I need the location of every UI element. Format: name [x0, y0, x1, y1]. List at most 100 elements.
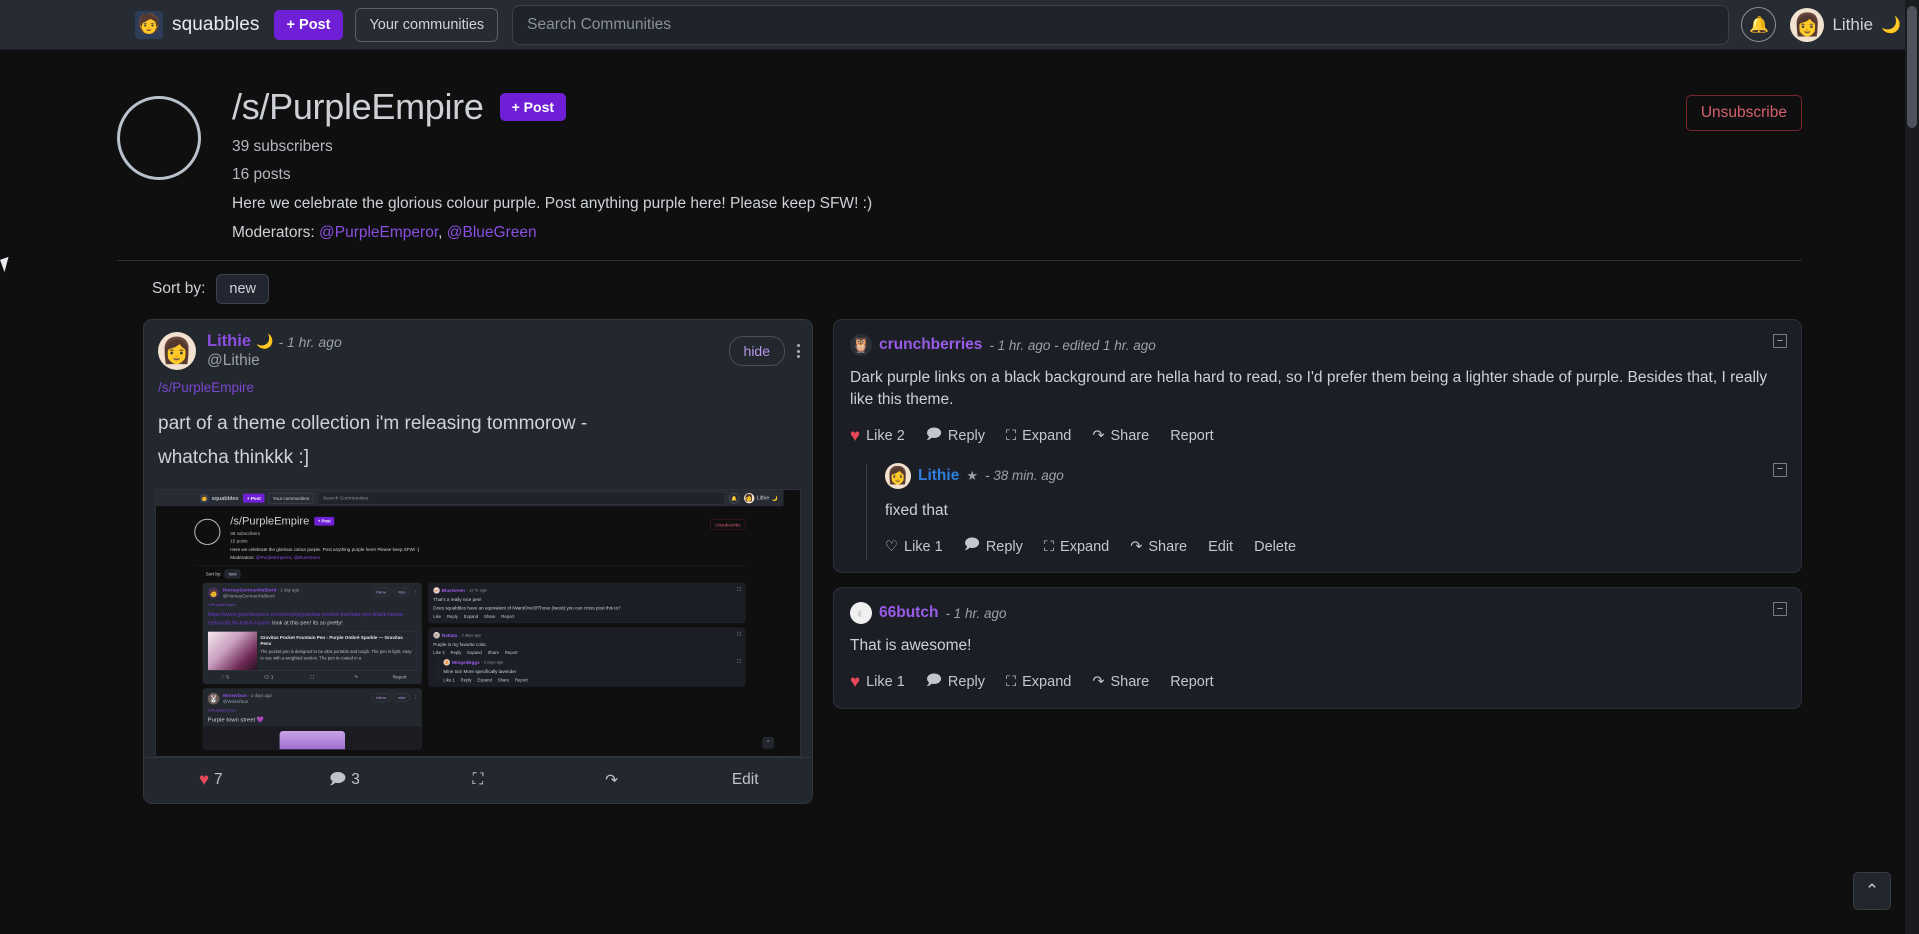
embedded-post1-preview-desc: The pocket pen is designed to be ultra p…	[260, 648, 412, 660]
embedded-brand-avatar-icon: 🧑	[200, 493, 209, 502]
post-edit-button[interactable]: Edit	[678, 758, 812, 803]
comment-like-label: Like 1	[866, 674, 905, 691]
collapse-minus-icon[interactable]: −	[1773, 602, 1787, 617]
comment-expand-button[interactable]: ⛶ Expand	[1006, 428, 1071, 444]
chevron-up-icon[interactable]: ⌃	[1853, 872, 1891, 910]
heart-filled-icon: ♥	[850, 426, 861, 446]
embedded-c1-reply: Reply	[446, 613, 458, 619]
embedded-post1-time: - 1 day ago	[277, 587, 300, 592]
scrollbar-thumb[interactable]	[1907, 6, 1917, 128]
collapse-minus-icon[interactable]: −	[1773, 334, 1787, 348]
embedded-c1-author: BlueGreen	[441, 587, 465, 593]
embedded-c2-like: Like 3	[433, 649, 445, 655]
reply-author-name[interactable]: Lithie	[918, 467, 959, 485]
embedded-screenshot: 🧑 squabbles + Post Your communities Sear…	[156, 489, 784, 756]
reply-edit-button[interactable]: Edit	[1208, 539, 1233, 555]
embedded-post1-hide: hide	[393, 587, 410, 596]
page-content: /s/PurpleEmpire + Post 39 subscribers 16…	[0, 50, 1919, 804]
embedded-c2r-share: Share	[497, 676, 510, 682]
crescent-moon-icon: 🌙	[256, 333, 274, 349]
comment-like-button[interactable]: ♥ Like 1	[850, 672, 905, 692]
embedded-moderators: Moderators: @PurpleEmperor, @BlueGreen	[230, 554, 419, 559]
reply-reply-label: Reply	[985, 538, 1023, 555]
comment-share-button[interactable]: ↷ Share	[1092, 428, 1149, 444]
comment-share-button[interactable]: ↷ Share	[1092, 674, 1149, 690]
comment-bubble-icon: 🗩	[925, 426, 942, 443]
embedded-post1-avatar: 🧑	[207, 586, 220, 599]
embedded-post2-follow: follow	[372, 692, 391, 702]
66butch-avatar-icon[interactable]: ◐	[850, 602, 872, 625]
embedded-community-avatar-icon	[194, 518, 221, 545]
embedded-communities-button: Your communities	[268, 492, 314, 503]
search-input[interactable]	[512, 4, 1730, 45]
comment-report-button[interactable]: Report	[1170, 674, 1214, 690]
comment-expand-button[interactable]: ⛶ Expand	[1006, 674, 1071, 690]
reply-expand-label: Expand	[1060, 538, 1110, 555]
post-author-line: Lithie 🌙 - 1 hr. ago	[207, 332, 342, 351]
post-card: 👩 Lithie 🌙 - 1 hr. ago @Lithie hide /s/P…	[143, 319, 813, 804]
posts-column: 👩 Lithie 🌙 - 1 hr. ago @Lithie hide /s/P…	[143, 319, 813, 804]
crunchberries-avatar-icon[interactable]: 🦉	[850, 334, 872, 356]
user-menu[interactable]: 👩 Lithie 🌙	[1790, 7, 1901, 42]
embedded-c2r-time: - 2 days ago	[481, 659, 504, 665]
community-description: Here we celebrate the glorious colour pu…	[232, 195, 873, 212]
embedded-c2r-text: Mine too! More specifically lavender	[443, 668, 517, 674]
post-author-handle[interactable]: @Lithie	[207, 352, 342, 370]
comment-report-button[interactable]: Report	[1170, 428, 1214, 444]
unsubscribe-button[interactable]: Unsubscribe	[1685, 95, 1802, 131]
post-image[interactable]: 🧑 squabbles + Post Your communities Sear…	[155, 488, 801, 757]
post-author-name[interactable]: Lithie	[207, 332, 251, 351]
sort-value-button[interactable]: new	[216, 274, 270, 304]
comment-reply-button[interactable]: 🗩 Reply	[926, 670, 985, 695]
embedded-post1-report: Report	[392, 674, 407, 680]
hide-button[interactable]: hide	[728, 336, 785, 366]
reply-like-button[interactable]: ♡ Like 1	[885, 539, 943, 555]
embedded-search-input: Search Communities	[317, 491, 726, 504]
reply-share-button[interactable]: ↷ Share	[1130, 539, 1187, 555]
post-author-avatar[interactable]: 👩	[158, 332, 196, 370]
post-expand-button[interactable]: ⛶	[411, 758, 545, 803]
collapse-minus-icon[interactable]: −	[1773, 462, 1787, 477]
post-share-button[interactable]: ↷	[545, 758, 679, 803]
reply-actions: ♡ Like 1 🗩 Reply ⛶ Expand ↷ Share Edit D…	[885, 534, 1785, 559]
comment-author-name[interactable]: 66butch	[879, 604, 938, 622]
comment-reply-button[interactable]: 🗩 Reply	[926, 424, 985, 449]
comment-actions: ♥ Like 1 🗩 Reply ⛶ Expand ↷ Share Report	[850, 670, 1785, 695]
reply-delete-button[interactable]: Delete	[1254, 539, 1296, 555]
more-options-icon[interactable]	[797, 342, 800, 361]
community-post-button[interactable]: + Post	[499, 93, 567, 121]
comment-like-button[interactable]: ♥ Like 2	[850, 426, 905, 446]
vertical-scrollbar[interactable]	[1905, 0, 1919, 934]
embedded-post1-expand-icon: ⛶	[310, 673, 314, 680]
embedded-moderator-2: @BlueGreen	[293, 554, 321, 560]
moderator-link-1[interactable]: @PurpleEmperor	[319, 224, 438, 241]
reply-reply-button[interactable]: 🗩 Reply	[964, 534, 1023, 559]
embedded-post1-share-icon: ↷	[354, 673, 358, 680]
brand-logo[interactable]: 🧑 squabbles	[135, 10, 260, 39]
lithie-avatar-icon[interactable]: 👩	[885, 462, 911, 489]
crescent-moon-icon: 🌙	[1881, 16, 1901, 34]
embedded-c2r-expand: Expand	[477, 676, 492, 682]
post-comment-button[interactable]: 🗩 3	[278, 758, 412, 803]
notification-bell-icon[interactable]: 🔔	[1741, 7, 1777, 42]
embedded-user-name: Lithie	[756, 494, 770, 501]
your-communities-button[interactable]: Your communities	[355, 7, 499, 42]
post-community-link[interactable]: /s/PurpleEmpire	[158, 380, 798, 395]
embedded-post2-handle: @Winterbun	[222, 698, 249, 704]
embedded-sort-value: new	[224, 569, 241, 578]
heart-outline-icon: ♡	[885, 538, 898, 555]
comment-like-label: Like 2	[866, 428, 905, 445]
embedded-c2-avatar: 🐭	[433, 631, 440, 639]
embedded-post1-author: HornayGermanHalberd	[222, 586, 277, 593]
embedded-c2-collapse-icon	[737, 631, 742, 636]
star-icon: ★	[966, 467, 978, 483]
reply-expand-button[interactable]: ⛶ Expand	[1044, 539, 1109, 555]
moderator-link-2[interactable]: @BlueGreen	[447, 224, 537, 241]
embedded-community-title: /s/PurpleEmpire	[230, 514, 310, 527]
nav-post-button[interactable]: + Post	[273, 9, 344, 40]
comment-author-name[interactable]: crunchberries	[879, 336, 982, 354]
post-like-button[interactable]: ♥ 7	[144, 758, 278, 803]
comment-expand-label: Expand	[1022, 674, 1072, 691]
content-columns: 👩 Lithie 🌙 - 1 hr. ago @Lithie hide /s/P…	[0, 304, 1919, 804]
moderators-line: Moderators: @PurpleEmperor, @BlueGreen	[232, 224, 872, 242]
